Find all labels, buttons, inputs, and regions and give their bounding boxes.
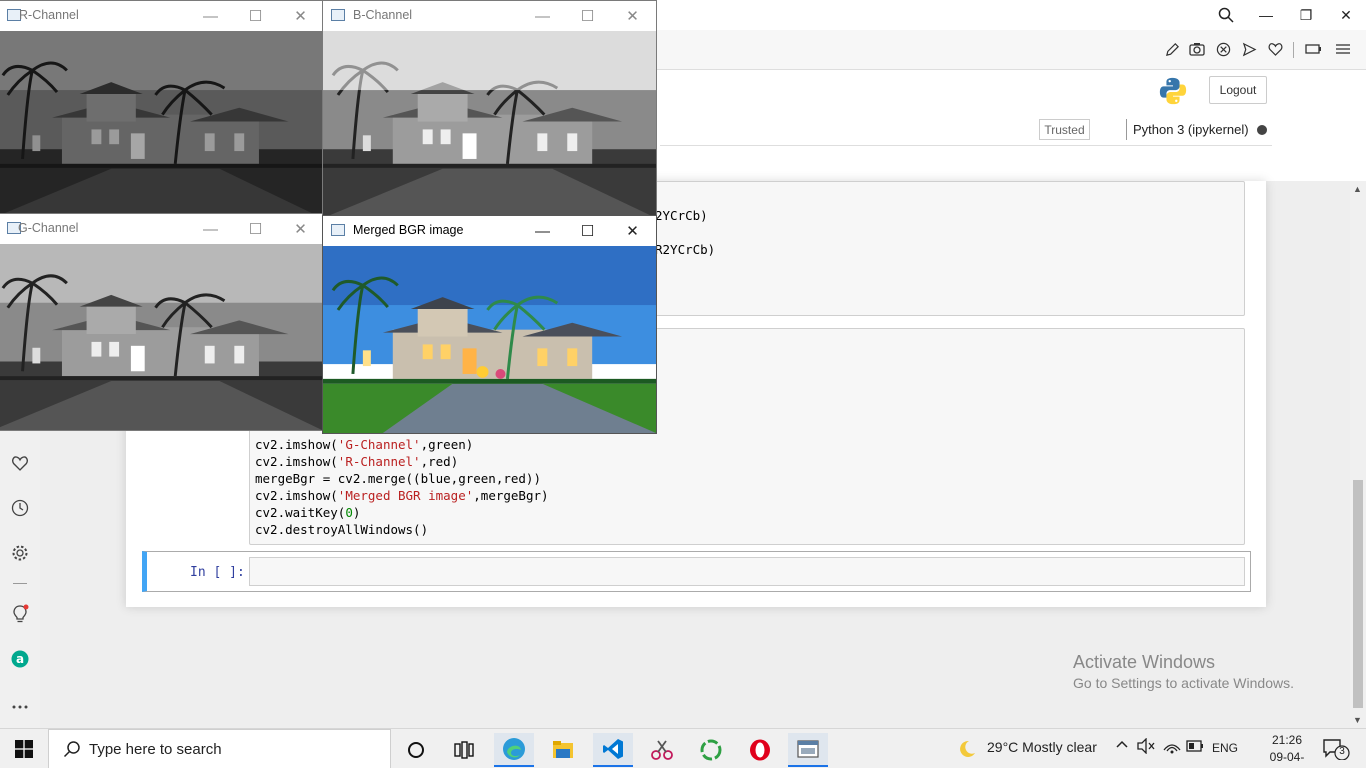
cv-window-merged-bgr[interactable]: Merged BGR image — ☐ ✕ (322, 215, 657, 434)
edge-sidebar: a (0, 428, 40, 728)
maximize-icon[interactable]: ☐ (233, 214, 278, 244)
cv-window-title: R-Channel (19, 8, 79, 22)
scrollbar-thumb[interactable] (1353, 480, 1363, 708)
minimize-icon[interactable]: — (188, 1, 233, 31)
search-icon (63, 740, 81, 758)
cv-window-title: B-Channel (353, 8, 413, 22)
cv-window-g-channel[interactable]: G-Channel — ☐ ✕ (0, 213, 323, 431)
lightbulb-icon[interactable] (8, 602, 32, 626)
kernel-status-indicator (1257, 125, 1267, 135)
python-window-icon[interactable] (788, 733, 828, 767)
clock-date: 09-04-2022 (1269, 750, 1305, 768)
battery-tray-icon[interactable] (1186, 740, 1204, 755)
minimize-icon[interactable]: — (520, 216, 565, 246)
window-app-icon (331, 9, 345, 21)
code-line: cv2.imshow('G-Channel',green) (255, 437, 474, 452)
cv-window-titlebar[interactable]: G-Channel — ☐ ✕ (0, 214, 322, 244)
activate-subtitle: Go to Settings to activate Windows. (1073, 675, 1294, 691)
weather-text[interactable]: 29°C Mostly clear (987, 739, 1097, 755)
taskbar: Type here to search 29°C Mostly clear EN… (0, 728, 1366, 768)
code-cell-3-input[interactable] (249, 557, 1245, 586)
kernel-name[interactable]: Python 3 (ipykernel) (1126, 119, 1249, 140)
close-icon[interactable]: ✕ (610, 1, 655, 31)
cv-window-r-channel[interactable]: R-Channel — ☐ ✕ (0, 0, 323, 219)
menu-icon[interactable] (1334, 40, 1352, 58)
cell-prompt: In [ ]: (190, 565, 245, 580)
code-line: cv2.imshow('R-Channel',red) (255, 454, 459, 469)
merged-bgr-image (323, 246, 656, 433)
code-line: cv2.waitKey(0) (255, 505, 361, 520)
browser-search-icon[interactable] (1206, 0, 1246, 30)
sidebar-divider (13, 583, 27, 584)
favorites-heart-icon[interactable] (8, 451, 32, 475)
cv-window-b-channel[interactable]: B-Channel — ☐ ✕ (322, 0, 657, 219)
activate-windows-watermark: Activate Windows Go to Settings to activ… (1073, 652, 1294, 691)
b-channel-image (323, 31, 656, 218)
cv-window-title: G-Channel (18, 221, 79, 235)
python-logo-icon (1157, 76, 1189, 106)
file-explorer-icon[interactable] (543, 733, 583, 767)
g-channel-image (0, 244, 322, 430)
send-icon[interactable] (1240, 40, 1258, 58)
minimize-icon[interactable]: — (520, 1, 565, 31)
cv-window-titlebar[interactable]: Merged BGR image — ☐ ✕ (323, 216, 656, 246)
code-line: cv2.destroyAllWindows() (255, 522, 429, 537)
scroll-up-icon[interactable]: ▲ (1353, 184, 1362, 194)
minimize-icon[interactable]: — (188, 214, 233, 244)
close-icon[interactable]: ✕ (610, 216, 655, 246)
wifi-icon[interactable] (1163, 738, 1181, 757)
weather-moon-icon[interactable] (957, 739, 977, 762)
edge-browser-icon[interactable] (494, 733, 534, 767)
code-line: cv2.imshow('Merged BGR image',mergeBgr) (255, 488, 549, 503)
task-view-icon[interactable] (444, 733, 484, 767)
amazon-icon[interactable]: a (8, 647, 32, 671)
battery-icon[interactable] (1304, 40, 1322, 58)
volume-mute-icon[interactable] (1137, 737, 1155, 757)
opera-browser-icon[interactable] (740, 733, 780, 767)
language-indicator[interactable]: ENG (1212, 741, 1238, 755)
trusted-badge[interactable]: Trusted (1039, 119, 1090, 140)
logout-button[interactable]: Logout (1209, 76, 1267, 104)
close-icon[interactable]: ✕ (278, 214, 322, 244)
browser-close-button[interactable]: ✕ (1326, 0, 1366, 30)
block-icon[interactable] (1214, 40, 1232, 58)
settings-gear-icon[interactable] (8, 541, 32, 565)
window-app-icon (331, 224, 345, 236)
clock-time: 21:26 (1271, 733, 1303, 747)
code-line: 2YCrCb) (655, 208, 708, 223)
heart-icon[interactable] (1266, 40, 1284, 58)
search-placeholder: Type here to search (89, 741, 222, 758)
more-icon[interactable] (8, 695, 32, 719)
cortana-icon[interactable] (396, 733, 436, 767)
scroll-down-icon[interactable]: ▼ (1353, 715, 1362, 725)
sync-app-icon[interactable] (691, 733, 731, 767)
browser-minimize-button[interactable]: — (1246, 0, 1286, 30)
maximize-icon[interactable]: ☐ (233, 1, 278, 31)
cv-window-titlebar[interactable]: R-Channel — ☐ ✕ (0, 1, 322, 31)
taskbar-clock[interactable]: 21:26 09-04-2022 (1259, 732, 1315, 768)
maximize-icon[interactable]: ☐ (565, 216, 610, 246)
vscode-icon[interactable] (593, 733, 633, 767)
history-clock-icon[interactable] (8, 496, 32, 520)
r-channel-image (0, 31, 322, 218)
browser-restore-button[interactable]: ❐ (1286, 0, 1326, 30)
maximize-icon[interactable]: ☐ (565, 1, 610, 31)
notification-center-icon[interactable]: 3 (1322, 738, 1350, 761)
code-line: mergeBgr = cv2.merge((blue,green,red)) (255, 471, 541, 486)
tray-chevron-up-icon[interactable] (1115, 737, 1129, 754)
edit-icon[interactable] (1163, 40, 1181, 58)
camera-icon[interactable] (1188, 40, 1206, 58)
activate-title: Activate Windows (1073, 652, 1216, 672)
taskbar-search-box[interactable]: Type here to search (48, 729, 391, 768)
svg-text:a: a (16, 652, 24, 666)
snipping-tool-icon[interactable] (642, 733, 682, 767)
notification-count: 3 (1339, 746, 1345, 757)
code-line: R2YCrCb) (655, 242, 716, 257)
close-icon[interactable]: ✕ (278, 1, 322, 31)
cv-window-title: Merged BGR image (353, 223, 464, 237)
toolbar-divider (1293, 42, 1294, 58)
windows-start-icon[interactable] (0, 729, 48, 768)
cv-window-titlebar[interactable]: B-Channel — ☐ ✕ (323, 1, 656, 31)
